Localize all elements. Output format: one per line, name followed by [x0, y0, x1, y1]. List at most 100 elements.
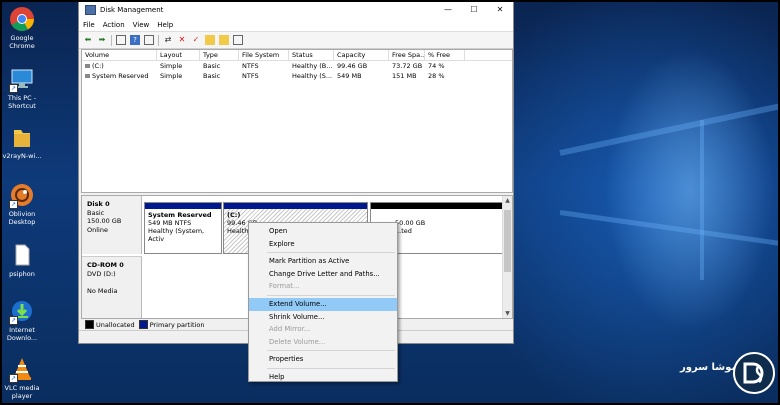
forward-icon[interactable]: ➡ [97, 35, 107, 45]
desktop-icon-internet-download[interactable]: ↗ Internet Downlo... [0, 298, 44, 342]
internet-download-icon: ↗ [9, 298, 35, 325]
wallpaper-light-beam [559, 102, 780, 156]
properties-icon[interactable] [144, 35, 154, 45]
column-header-status[interactable]: Status [289, 50, 334, 60]
menu-item-open[interactable]: Open [249, 225, 397, 238]
menu-separator [267, 350, 395, 352]
cell-type: Basic [203, 62, 221, 70]
menu-item-properties[interactable]: Properties [249, 353, 397, 366]
menu-item-change-drive-letter[interactable]: Change Drive Letter and Paths... [249, 268, 397, 281]
toolbar: ⬅ ➡ ? ⇄ ✕ ✓ [79, 31, 513, 49]
menu-help[interactable]: Help [157, 21, 173, 29]
connect-icon[interactable]: ⇄ [163, 35, 173, 45]
legend-swatch-primary [138, 320, 148, 329]
window-title: Disk Management [100, 6, 164, 14]
legend: Unallocated Primary partition [81, 319, 204, 330]
menu-bar: File Action View Help [79, 19, 513, 31]
explore-icon[interactable] [233, 35, 243, 45]
cell-status: Healthy (S... [292, 72, 333, 80]
watermark-text: موشا سرور [680, 362, 738, 373]
scrollbar-thumb[interactable] [504, 210, 511, 272]
disk-state: No Media [87, 286, 118, 295]
cell-layout: Simple [160, 62, 183, 70]
check-icon[interactable]: ✓ [191, 35, 201, 45]
column-header-capacity[interactable]: Capacity [334, 50, 389, 60]
close-button[interactable]: ✕ [487, 1, 513, 19]
menu-file[interactable]: File [83, 21, 95, 29]
shortcut-arrow-icon: ↗ [9, 374, 18, 383]
partition-size: 50.00 GB [395, 219, 426, 227]
cell-type: Basic [203, 72, 221, 80]
partition-title: System Reserved [148, 211, 212, 219]
desktop-icon-this-pc[interactable]: ↗ This PC - Shortcut [0, 66, 44, 110]
disk-state: Online [87, 225, 108, 234]
console-tree-icon[interactable] [116, 35, 126, 45]
partition-size: 549 MB NTFS [148, 219, 192, 227]
menu-separator [267, 367, 395, 369]
shortcut-arrow-icon: ↗ [9, 316, 18, 325]
cdrom-0-info[interactable]: CD-ROM 0 DVD (D:) No Media [82, 256, 142, 318]
disk-name: Disk 0 [87, 200, 110, 208]
partition-system-reserved[interactable]: System Reserved 549 MB NTFS Healthy (Sys… [144, 202, 222, 254]
disk-map-scrollbar[interactable]: ▲ ▼ [502, 196, 512, 318]
menu-item-mark-active[interactable]: Mark Partition as Active [249, 255, 397, 268]
vlc-icon: ↗ [9, 356, 35, 383]
open-icon[interactable] [219, 35, 229, 45]
drive-icon [85, 74, 90, 78]
scroll-down-icon[interactable]: ▼ [503, 309, 512, 318]
desktop-icon-vlc[interactable]: ↗ VLC media player [0, 356, 44, 400]
legend-label: Primary partition [149, 320, 205, 329]
desktop-icon-label: This PC - Shortcut [7, 94, 37, 110]
menu-action[interactable]: Action [103, 21, 125, 29]
maximize-button[interactable]: ☐ [461, 1, 487, 19]
volume-list: Volume Layout Type File System Status Ca… [81, 49, 513, 193]
menu-item-explore[interactable]: Explore [249, 238, 397, 251]
column-header-volume[interactable]: Volume [82, 50, 157, 60]
column-header-type[interactable]: Type [200, 50, 239, 60]
cell-percent-free: 74 % [428, 62, 445, 70]
menu-view[interactable]: View [133, 21, 150, 29]
google-chrome-icon [9, 6, 35, 32]
wallpaper-light-beam [559, 210, 780, 247]
disk-type: DVD (D:) [87, 269, 116, 278]
psiphon-icon [9, 242, 35, 268]
cell-volume: System Reserved [92, 72, 149, 80]
column-header-percent-free[interactable]: % Free [425, 50, 465, 60]
shortcut-arrow-icon: ↗ [9, 84, 18, 93]
context-menu: Open Explore Mark Partition as Active Ch… [248, 222, 398, 382]
title-bar[interactable]: Disk Management — ☐ ✕ [79, 1, 513, 19]
column-header-file-system[interactable]: File System [239, 50, 289, 60]
minimize-button[interactable]: — [435, 1, 461, 19]
table-row[interactable]: System Reserved Simple Basic NTFS Health… [82, 71, 512, 81]
watermark-logo-icon [733, 352, 775, 394]
cell-layout: Simple [160, 72, 183, 80]
disk-0-info[interactable]: Disk 0 Basic 150.00 GB Online [82, 196, 142, 254]
help-icon[interactable]: ? [130, 35, 140, 45]
drive-icon [85, 64, 90, 68]
desktop-icon-oblivion[interactable]: ↗ Oblivion Desktop [0, 182, 44, 226]
menu-separator [267, 252, 395, 254]
table-row[interactable]: (C:) Simple Basic NTFS Healthy (B... 99.… [82, 61, 512, 71]
menu-item-delete-volume: Delete Volume... [269, 337, 326, 346]
menu-item-help[interactable]: Help [249, 371, 397, 384]
desktop-icon-psiphon[interactable]: psiphon [0, 242, 44, 278]
desktop-icon-google-chrome[interactable]: Google Chrome [0, 6, 44, 50]
cell-status: Healthy (B... [292, 62, 333, 70]
disk-type: Basic [87, 208, 105, 217]
desktop-icon-label: psiphon [9, 270, 35, 278]
scroll-up-icon[interactable]: ▲ [503, 196, 512, 205]
back-icon[interactable]: ⬅ [83, 35, 93, 45]
oblivion-icon: ↗ [9, 182, 35, 209]
wallpaper-light-beam [700, 120, 704, 280]
menu-item-shrink-volume[interactable]: Shrink Volume... [249, 311, 397, 324]
cell-free-space: 73.72 GB [392, 62, 423, 70]
column-header-free-space[interactable]: Free Spa... [389, 50, 425, 60]
legend-label: Unallocated [96, 320, 135, 329]
column-header-layout[interactable]: Layout [157, 50, 200, 60]
desktop-icon-folder[interactable]: v2rayN-wi... [0, 124, 44, 160]
disk-size: 150.00 GB [87, 217, 122, 225]
delete-icon[interactable]: ✕ [177, 35, 187, 45]
menu-item-extend-volume[interactable]: Extend Volume... [249, 297, 397, 311]
desktop-icon-label: Internet Downlo... [6, 326, 38, 342]
new-volume-icon[interactable] [205, 35, 215, 45]
